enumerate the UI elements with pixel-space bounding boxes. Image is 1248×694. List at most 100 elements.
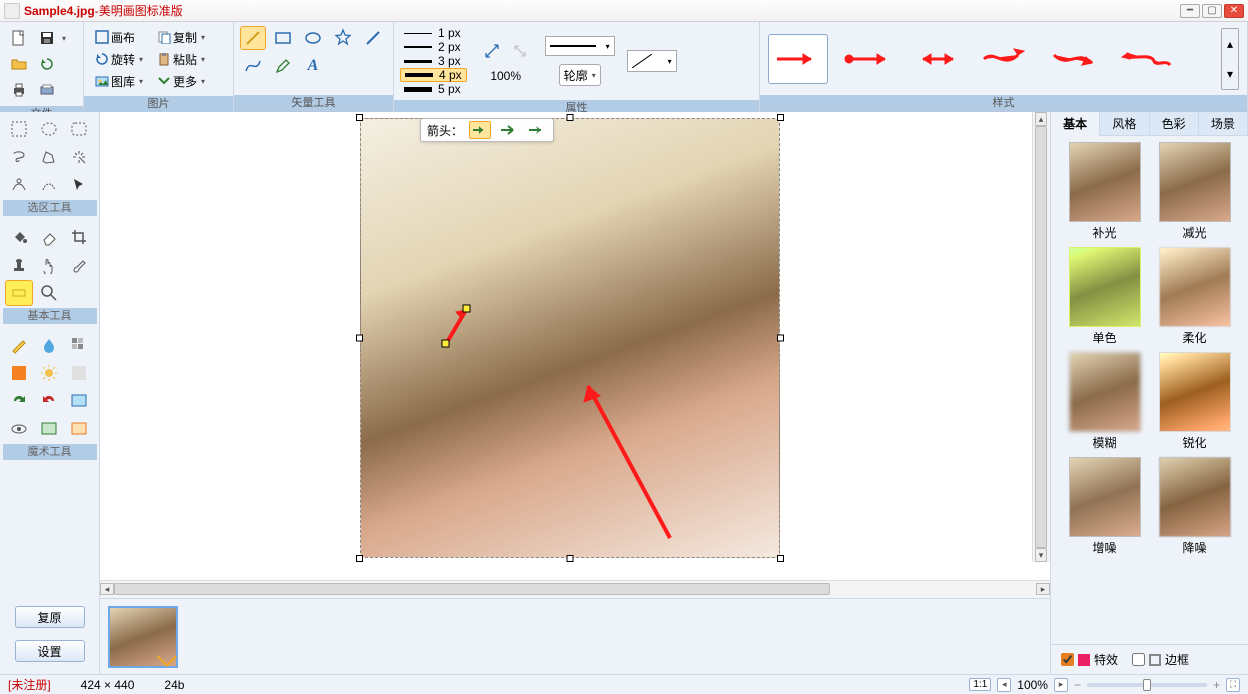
eraser-icon[interactable]: [35, 224, 63, 250]
scroll-up-icon[interactable]: ▴: [1035, 112, 1047, 126]
line-style-dropdown[interactable]: ▾: [545, 36, 615, 56]
tab-basic[interactable]: 基本: [1051, 112, 1100, 136]
curve-tool[interactable]: [240, 54, 266, 78]
arrowhead-opt-1[interactable]: [469, 121, 491, 139]
scrollbar-horizontal[interactable]: ◂ ▸: [100, 580, 1050, 598]
brush-icon[interactable]: [65, 252, 93, 278]
scroll-down-icon[interactable]: ▾: [1035, 548, 1047, 562]
handle-e[interactable]: [777, 335, 784, 342]
maximize-button[interactable]: ▢: [1202, 4, 1222, 18]
scale-up-icon[interactable]: [507, 39, 533, 63]
hand-icon[interactable]: [35, 252, 63, 278]
scrollbar-vertical[interactable]: ▴ ▾: [1032, 112, 1050, 562]
image-selection[interactable]: [360, 118, 780, 558]
handle-ne[interactable]: [777, 114, 784, 121]
close-button[interactable]: ✕: [1224, 4, 1244, 18]
wand-icon[interactable]: [65, 144, 93, 170]
ellipse-select-icon[interactable]: [35, 116, 63, 142]
frame-checkbox[interactable]: 边框: [1132, 651, 1189, 668]
pic3-icon[interactable]: [65, 416, 93, 442]
copy-button[interactable]: 复制▾: [152, 26, 210, 48]
crop-icon[interactable]: [65, 224, 93, 250]
handle-nw[interactable]: [356, 114, 363, 121]
fullscreen-button[interactable]: ⛶: [1226, 678, 1240, 692]
handle-s[interactable]: [567, 555, 574, 562]
pointer-icon[interactable]: [65, 172, 93, 198]
save-icon[interactable]: [34, 26, 60, 50]
ellipse-tool[interactable]: [300, 26, 326, 50]
scan-icon[interactable]: [34, 78, 60, 102]
tab-style[interactable]: 风格: [1100, 112, 1149, 135]
stroke-width-list[interactable]: 1 px 2 px 3 px 4 px 5 px: [400, 26, 467, 96]
rect-tool[interactable]: [270, 26, 296, 50]
star-tool[interactable]: [330, 26, 356, 50]
text-tool[interactable]: A: [300, 54, 326, 78]
pencil-tool[interactable]: [270, 54, 296, 78]
fx-soften[interactable]: 柔化: [1155, 247, 1235, 346]
fx-checkbox[interactable]: 特效: [1061, 651, 1118, 668]
reload-icon[interactable]: [34, 52, 60, 76]
paste-button[interactable]: 粘贴▾: [152, 48, 210, 70]
scroll-left-icon[interactable]: ◂: [100, 583, 114, 595]
arrowhead-opt-2[interactable]: [497, 121, 519, 139]
pic-effect-icon[interactable]: [65, 388, 93, 414]
redo-green-icon[interactable]: [5, 388, 33, 414]
rect-select-icon[interactable]: [5, 116, 33, 142]
canvas-button[interactable]: 画布: [90, 26, 148, 48]
more-button[interactable]: 更多▾: [152, 70, 210, 92]
handle-sw[interactable]: [356, 555, 363, 562]
tab-scene[interactable]: 场景: [1199, 112, 1248, 135]
library-button[interactable]: 图库▾: [90, 70, 148, 92]
style-more[interactable]: ▾: [1222, 59, 1238, 89]
fx-add-noise[interactable]: 增噪: [1065, 457, 1145, 556]
fx-mono[interactable]: 单色: [1065, 247, 1145, 346]
rotate-button[interactable]: 旋转▾: [90, 48, 148, 70]
fg-extract-icon[interactable]: [5, 172, 33, 198]
handle-n[interactable]: [567, 114, 574, 121]
print-icon[interactable]: [6, 78, 32, 102]
onetoone-button[interactable]: 1:1: [969, 678, 991, 691]
line-tool[interactable]: [360, 26, 386, 50]
new-file-icon[interactable]: [6, 26, 32, 50]
drawn-arrow-small[interactable]: [438, 296, 488, 356]
handle-se[interactable]: [777, 555, 784, 562]
roundrect-select-icon[interactable]: [65, 116, 93, 142]
handle-w[interactable]: [356, 335, 363, 342]
scroll-v-thumb[interactable]: [1035, 126, 1047, 548]
eye-icon[interactable]: [5, 416, 33, 442]
arrow-style-1[interactable]: [768, 34, 828, 84]
mosaic-icon[interactable]: [65, 332, 93, 358]
arrow-style-2[interactable]: [838, 34, 898, 84]
undo-red-icon[interactable]: [35, 388, 63, 414]
tab-color[interactable]: 色彩: [1150, 112, 1199, 135]
fx-fill-light[interactable]: 补光: [1065, 142, 1145, 241]
arrow-style-3[interactable]: [908, 34, 968, 84]
pic2-icon[interactable]: [35, 416, 63, 442]
restore-button[interactable]: 复原: [15, 606, 85, 628]
scale-down-icon[interactable]: [479, 39, 505, 63]
arrow-style-5[interactable]: [1048, 34, 1108, 84]
zoom-out-button[interactable]: ◂: [997, 678, 1011, 692]
arrow-style-gallery[interactable]: ▴ ▾: [760, 22, 1247, 95]
open-icon[interactable]: [6, 52, 32, 76]
bg-extract-icon[interactable]: [35, 172, 63, 198]
settings-button[interactable]: 设置: [15, 640, 85, 662]
adjust3-icon[interactable]: [65, 360, 93, 386]
adjust1-icon[interactable]: [5, 360, 33, 386]
scroll-right-icon[interactable]: ▸: [1036, 583, 1050, 595]
outline-button[interactable]: 轮廓▾: [559, 64, 601, 86]
arrowhead-opt-3[interactable]: [525, 121, 547, 139]
zoom-icon[interactable]: [35, 280, 63, 306]
fx-sharpen[interactable]: 锐化: [1155, 352, 1235, 451]
fx-blur[interactable]: 模糊: [1065, 352, 1145, 451]
highlight-icon[interactable]: [5, 280, 33, 306]
zoom-in-button[interactable]: ▸: [1054, 678, 1068, 692]
arrow-tool[interactable]: [240, 26, 266, 50]
lasso-icon[interactable]: [5, 144, 33, 170]
fill-style-dropdown[interactable]: ▾: [627, 50, 677, 72]
bucket-icon[interactable]: [5, 224, 33, 250]
minimize-button[interactable]: ━: [1180, 4, 1200, 18]
zoom-slider-knob[interactable]: [1143, 679, 1151, 691]
droplet-icon[interactable]: [35, 332, 63, 358]
style-scroll-up[interactable]: ▴: [1222, 29, 1238, 59]
